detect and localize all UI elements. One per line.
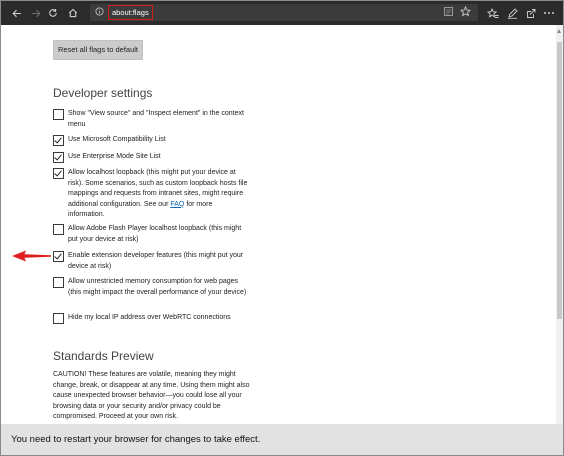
flag-label: Enable extension developer features (thi… [68,252,244,270]
forward-arrow-icon [32,9,41,17]
reset-all-flags-button[interactable]: Reset all flags to default [53,40,143,60]
back-button[interactable] [7,1,27,25]
scroll-up-icon[interactable] [557,29,561,33]
flags-page: Reset all flags to default Developer set… [1,25,556,424]
flag-checkbox[interactable] [53,313,64,324]
home-button[interactable] [63,1,83,25]
flag-checkbox[interactable] [53,224,64,235]
faq-link[interactable]: FAQ [170,201,184,208]
restart-notification-bar: You need to restart your browser for cha… [1,424,563,455]
flag-label: Show "View source" and "Inspect element"… [68,110,244,128]
flag-checkbox[interactable] [53,135,64,146]
refresh-icon [49,9,57,17]
refresh-button[interactable] [43,1,63,25]
home-icon [68,8,78,18]
address-bar[interactable]: about:flags [90,4,478,21]
info-icon[interactable] [95,7,104,16]
notification-text: You need to restart your browser for cha… [11,434,261,445]
scroll-thumb[interactable] [557,42,562,319]
flag-label: Allow localhost loopback (this might put… [68,168,248,221]
red-arrow-icon [12,250,51,262]
url-text[interactable]: about:flags [108,5,153,20]
flag-checkbox[interactable] [53,168,64,179]
reading-view-icon[interactable] [444,7,453,16]
flag-checkbox[interactable] [53,109,64,120]
back-arrow-icon [12,9,21,17]
standards-preview-heading: Standards Preview [53,349,154,363]
flag-label: Allow unrestricted memory consumption fo… [68,278,247,296]
favorite-star-icon[interactable] [460,6,471,17]
vertical-scrollbar[interactable] [556,25,563,424]
flag-label: Hide my local IP address over WebRTC con… [68,314,231,321]
flag-checkbox[interactable] [53,152,64,163]
flag-checkbox[interactable] [53,251,64,262]
browser-window: about:flags Reset all flags to default D… [0,0,564,456]
share-button[interactable] [520,1,540,25]
favorites-hub-button[interactable] [483,1,503,25]
browser-toolbar: about:flags [1,1,563,25]
developer-settings-heading: Developer settings [53,86,153,100]
flag-label: Use Enterprise Mode Site List [68,153,161,160]
flag-label-text: Allow localhost loopback (this might put… [68,169,248,208]
caution-text: CAUTION! These features are volatile, me… [53,371,250,420]
flag-checkbox[interactable] [53,277,64,288]
more-button[interactable] [539,1,559,25]
flag-label: Use Microsoft Compatibility List [68,136,166,143]
favorites-hub-icon [487,7,499,18]
more-dots-icon [544,12,554,14]
flag-label: Allow Adobe Flash Player localhost loopb… [68,225,242,243]
web-note-button[interactable] [502,1,522,25]
share-icon [526,8,535,18]
pen-icon [507,7,518,19]
